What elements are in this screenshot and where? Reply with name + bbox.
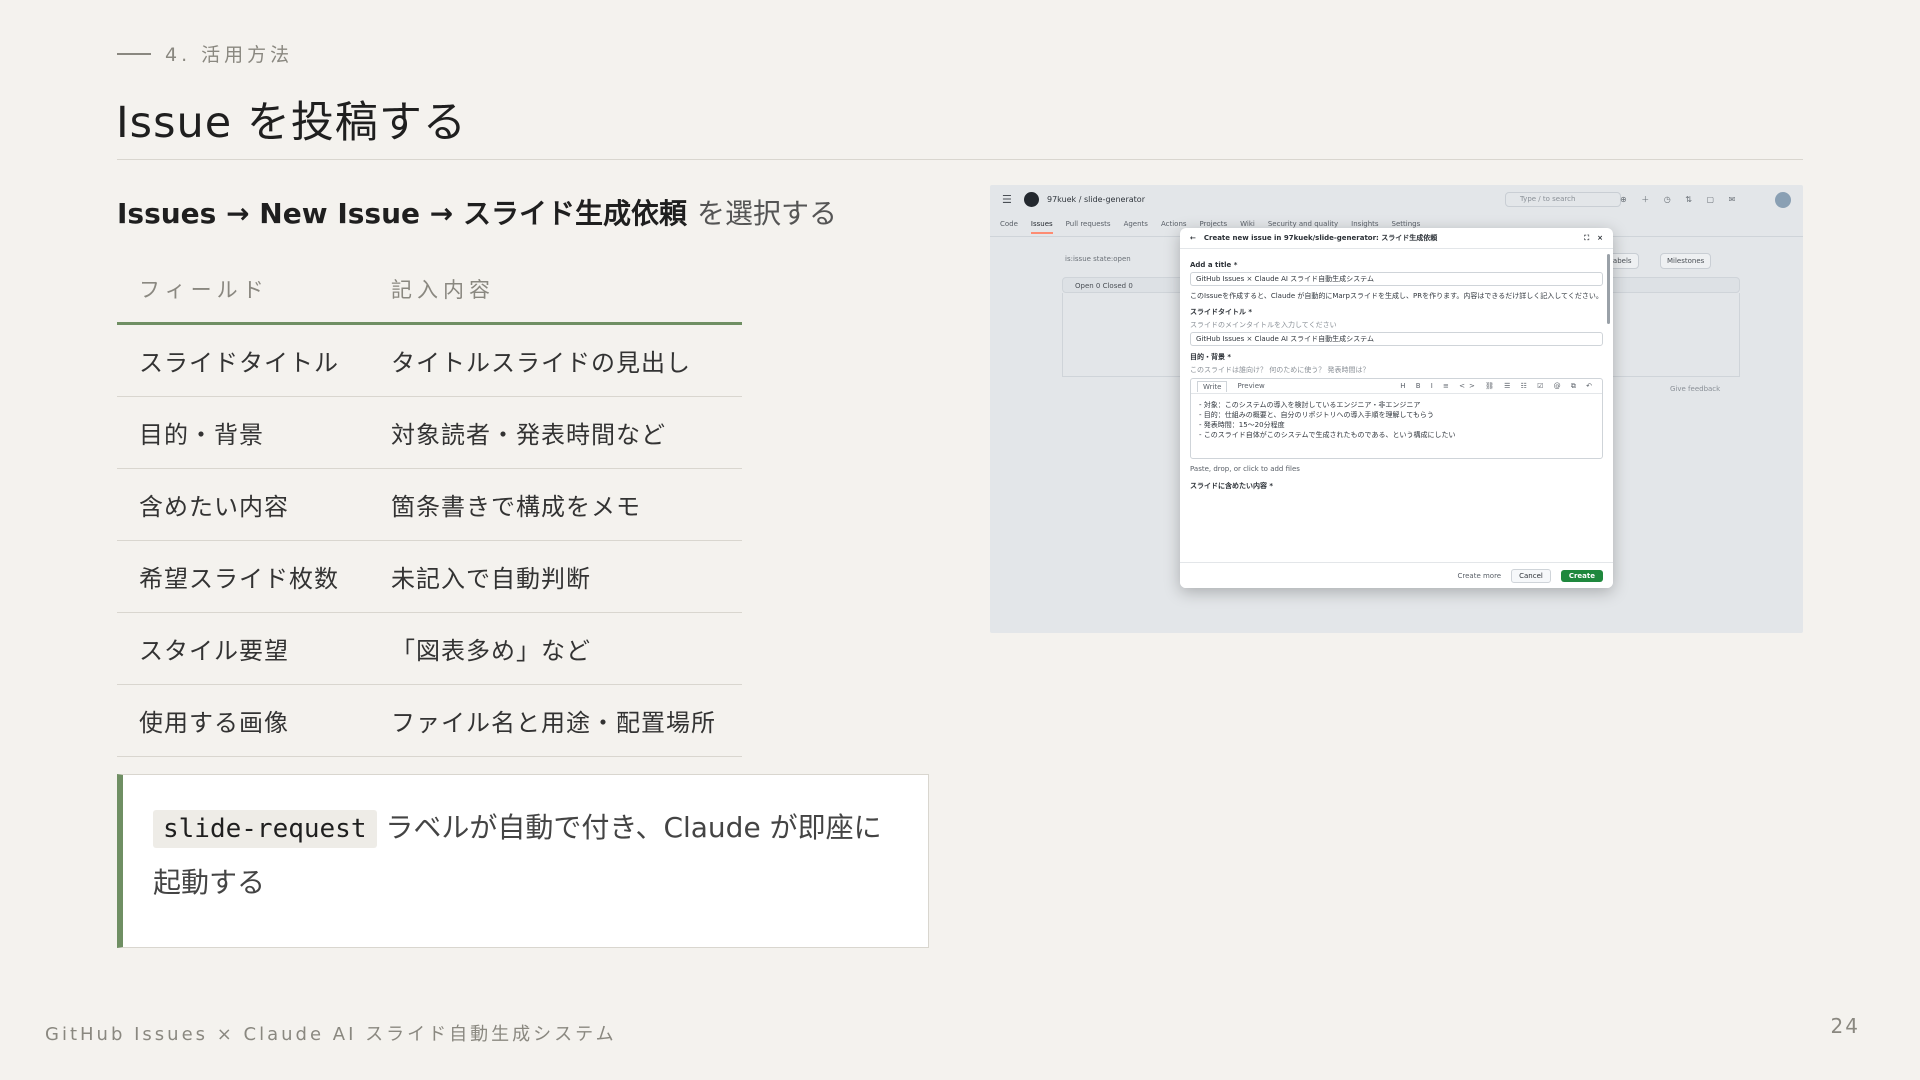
purpose-textarea[interactable]: - 対象：このシステムの導入を検討しているエンジニア・非エンジニア - 目的：仕…: [1191, 394, 1602, 458]
repo-breadcrumb[interactable]: 97kuek / slide-generator: [1047, 195, 1145, 204]
milestones-button[interactable]: Milestones: [1660, 253, 1712, 269]
contents-label: スライドに含めたい内容 *: [1190, 482, 1274, 490]
field-content: タイトルスライドの見出し: [365, 323, 742, 397]
label-code: slide-request: [153, 810, 377, 848]
editor-toolbar: Write Preview H B I ≡ <> ⛓ ☰ ☷ ☑ @ ⧉ ↶: [1191, 379, 1602, 394]
editor-line: - 発表時間：15〜20分程度: [1199, 421, 1285, 429]
create-more-checkbox[interactable]: Create more: [1458, 572, 1502, 580]
section-rule: [117, 52, 151, 55]
field-content: 未記入で自動判断: [365, 540, 742, 613]
tab-issues[interactable]: Issues: [1030, 220, 1053, 234]
field-name: スライドタイトル: [117, 323, 365, 397]
field-name: 希望スライド枚数: [117, 540, 365, 613]
table-row: 使用する画像 ファイル名と用途・配置場所: [117, 684, 742, 757]
purpose-hint: このスライドは誰向け？ 何のために使う？ 発表時間は？: [1190, 366, 1370, 374]
page-number: 24: [1830, 1014, 1860, 1038]
purpose-editor[interactable]: Write Preview H B I ≡ <> ⛓ ☰ ☷ ☑ @ ⧉ ↶ -…: [1190, 378, 1603, 459]
modal-body: Add a title * GitHub Issues × Claude AI …: [1180, 249, 1613, 497]
close-icon[interactable]: ×: [1597, 234, 1603, 242]
add-title-label: Add a title *: [1190, 261, 1238, 269]
field-content: 「図表多め」など: [365, 612, 742, 685]
search-input[interactable]: Type / to search: [1505, 192, 1621, 207]
tab-pull-requests[interactable]: Pull requests: [1066, 220, 1111, 234]
purpose-label: 目的・背景 *: [1190, 353, 1232, 361]
field-content: 対象読者・発表時間など: [365, 396, 742, 469]
lead-text: Issues → New Issue → スライド生成依頼 を選択する: [117, 192, 837, 232]
lead-rest: を選択する: [696, 197, 837, 230]
header-field: フィールド: [117, 256, 365, 325]
callout-box: slide-request ラベルが自動で付き、Claude が即座に起動する: [117, 774, 929, 948]
slide-title-input[interactable]: GitHub Issues × Claude AI スライド自動生成システム: [1190, 332, 1603, 346]
gh-topbar: ☰ 97kuek / slide-generator Type / to sea…: [990, 185, 1803, 213]
modal-title: Create new issue in 97kuek/slide-generat…: [1203, 234, 1438, 242]
title-divider: [117, 159, 1803, 160]
section-label: 4. 活用方法: [165, 44, 294, 66]
attach-files[interactable]: Paste, drop, or click to add files: [1190, 465, 1603, 473]
menu-icon[interactable]: ☰: [1002, 193, 1012, 206]
template-note: このIssueを作成すると、Claude が自動的にMarpスライドを生成し、P…: [1190, 292, 1603, 300]
table-row: 目的・背景 対象読者・発表時間など: [117, 396, 742, 469]
cancel-button[interactable]: Cancel: [1511, 568, 1551, 583]
gh-header-icons[interactable]: ⊕ ＋ ◷ ⇅ ▢ ✉: [1620, 194, 1741, 205]
field-name: 目的・背景: [117, 396, 365, 469]
lead-path: Issues → New Issue → スライド生成依頼: [117, 197, 687, 230]
editor-line: - 対象：このシステムの導入を検討しているエンジニア・非エンジニア: [1199, 401, 1421, 409]
github-logo-icon[interactable]: [1024, 192, 1039, 207]
tab-code[interactable]: Code: [1000, 220, 1018, 234]
back-arrow-icon[interactable]: ←: [1190, 234, 1196, 242]
field-content: ファイル名と用途・配置場所: [365, 684, 742, 757]
table-row: 希望スライド枚数 未記入で自動判断: [117, 540, 742, 613]
new-issue-modal: ← Create new issue in 97kuek/slide-gener…: [1180, 228, 1613, 588]
format-tools-icon[interactable]: H B I ≡ <> ⛓ ☰ ☷ ☑ @ ⧉ ↶: [1400, 382, 1596, 391]
expand-icon[interactable]: ⛶: [1584, 234, 1589, 243]
tab-agents[interactable]: Agents: [1124, 220, 1148, 234]
github-screenshot: ☰ 97kuek / slide-generator Type / to sea…: [990, 185, 1803, 633]
table-row: スライドタイトル タイトルスライドの見出し: [117, 323, 742, 397]
field-name: 含めたい内容: [117, 468, 365, 541]
modal-header: ← Create new issue in 97kuek/slide-gener…: [1180, 228, 1613, 249]
field-name: 使用する画像: [117, 684, 365, 757]
editor-line: - このスライド自体がこのシステムで生成されたものである、という構成にしたい: [1199, 431, 1456, 439]
modal-footer: Create more Cancel Create: [1180, 562, 1613, 588]
slide-title: Issue を投稿する: [116, 98, 467, 148]
slide-title-hint: スライドのメインタイトルを入力してください: [1190, 321, 1337, 329]
preview-tab[interactable]: Preview: [1237, 382, 1264, 390]
feedback-link[interactable]: Give feedback: [1670, 385, 1720, 393]
field-name: スタイル要望: [117, 612, 365, 685]
write-tab[interactable]: Write: [1197, 380, 1228, 392]
create-button[interactable]: Create: [1560, 569, 1603, 582]
section-tag: 4. 活用方法: [117, 40, 293, 67]
table-row: スタイル要望 「図表多め」など: [117, 612, 742, 685]
slide-title-label: スライドタイトル *: [1190, 308, 1253, 316]
field-content: 箇条書きで構成をメモ: [365, 468, 742, 541]
table-header-row: フィールド 記入内容: [117, 256, 742, 325]
avatar[interactable]: [1775, 192, 1791, 208]
header-content: 記入内容: [365, 256, 742, 325]
editor-line: - 目的：仕組みの概要と、自分のリポジトリへの導入手順を理解してもらう: [1199, 411, 1434, 419]
table-row: 含めたい内容 箇条書きで構成をメモ: [117, 468, 742, 541]
modal-scrollbar[interactable]: [1607, 254, 1610, 324]
footer-text: GitHub Issues × Claude AI スライド自動生成システム: [45, 1024, 617, 1045]
field-table: フィールド 記入内容 スライドタイトル タイトルスライドの見出し 目的・背景 対…: [117, 256, 742, 757]
issue-title-input[interactable]: GitHub Issues × Claude AI スライド自動生成システム: [1190, 272, 1603, 286]
issue-filter[interactable]: is:issue state:open: [1065, 255, 1131, 263]
